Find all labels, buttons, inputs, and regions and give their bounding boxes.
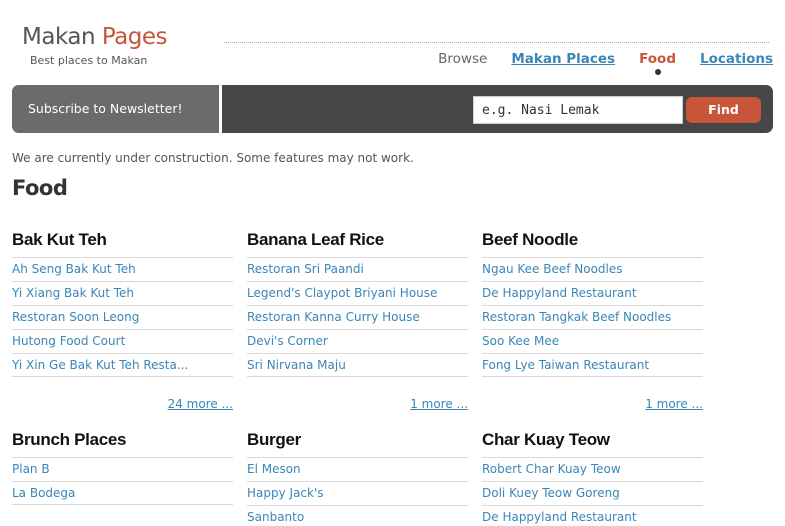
logo-word-makan: Makan <box>22 24 96 50</box>
logo-word-pages: Pages <box>101 24 168 50</box>
category-char-kuay-teow: Char Kuay Teow Robert Char Kuay Teow Dol… <box>482 430 703 526</box>
list-item[interactable]: Sanbanto <box>247 505 468 526</box>
nav-browse: Browse <box>438 51 488 67</box>
site-logo[interactable]: Makan Pages <box>22 24 168 50</box>
category-title: Brunch Places <box>12 430 127 449</box>
list-item[interactable]: Legend's Claypot Briyani House <box>247 281 468 305</box>
category-list: Ngau Kee Beef Noodles De Happyland Resta… <box>482 257 703 377</box>
active-indicator-dot <box>654 69 661 75</box>
subscribe-newsletter-button[interactable]: Subscribe to Newsletter! <box>12 85 219 133</box>
category-banana-leaf-rice: Banana Leaf Rice Restoran Sri Paandi Leg… <box>247 230 468 411</box>
header-divider <box>224 42 769 43</box>
list-item[interactable]: Fong Lye Taiwan Restaurant <box>482 353 703 377</box>
more-link[interactable]: 24 more ... <box>12 397 233 411</box>
list-item[interactable]: Sri Nirvana Maju <box>247 353 468 377</box>
list-item[interactable]: Doli Kuey Teow Goreng <box>482 481 703 505</box>
construction-notice: We are currently under construction. Som… <box>12 151 414 165</box>
list-item[interactable]: Restoran Tangkak Beef Noodles <box>482 305 703 329</box>
category-title: Banana Leaf Rice <box>247 230 384 249</box>
nav-food[interactable]: Food <box>639 51 676 75</box>
category-burger: Burger El Meson Happy Jack's Sanbanto <box>247 430 468 526</box>
category-title: Char Kuay Teow <box>482 430 610 449</box>
list-item[interactable]: De Happyland Restaurant <box>482 281 703 305</box>
more-link[interactable]: 1 more ... <box>482 397 703 411</box>
more-link[interactable]: 1 more ... <box>247 397 468 411</box>
category-bak-kut-teh: Bak Kut Teh Ah Seng Bak Kut Teh Yi Xiang… <box>12 230 233 411</box>
page-title: Food <box>12 176 68 200</box>
list-item[interactable]: Ngau Kee Beef Noodles <box>482 257 703 281</box>
list-item[interactable]: Ah Seng Bak Kut Teh <box>12 257 233 281</box>
category-list: Plan B La Bodega <box>12 457 233 505</box>
nav-food-label: Food <box>639 51 676 67</box>
category-list: El Meson Happy Jack's Sanbanto <box>247 457 468 526</box>
site-tagline: Best places to Makan <box>30 54 148 67</box>
category-list: Robert Char Kuay Teow Doli Kuey Teow Gor… <box>482 457 703 526</box>
list-item[interactable]: Plan B <box>12 457 233 481</box>
nav-makan-places[interactable]: Makan Places <box>511 51 615 67</box>
list-item[interactable]: De Happyland Restaurant <box>482 505 703 526</box>
category-list: Restoran Sri Paandi Legend's Claypot Bri… <box>247 257 468 377</box>
search-bar: Subscribe to Newsletter! Find <box>12 85 773 133</box>
list-item[interactable]: Yi Xin Ge Bak Kut Teh Resta... <box>12 353 233 377</box>
find-button[interactable]: Find <box>686 97 761 123</box>
list-item[interactable]: Hutong Food Court <box>12 329 233 353</box>
list-item[interactable]: Soo Kee Mee <box>482 329 703 353</box>
category-title: Beef Noodle <box>482 230 578 249</box>
list-item[interactable]: Restoran Soon Leong <box>12 305 233 329</box>
list-item[interactable]: Yi Xiang Bak Kut Teh <box>12 281 233 305</box>
list-item[interactable]: Restoran Kanna Curry House <box>247 305 468 329</box>
list-item[interactable]: Happy Jack's <box>247 481 468 505</box>
category-title: Bak Kut Teh <box>12 230 107 249</box>
search-input[interactable] <box>473 96 683 124</box>
category-title: Burger <box>247 430 301 449</box>
list-item[interactable]: Restoran Sri Paandi <box>247 257 468 281</box>
bar-separator <box>219 85 222 133</box>
list-item[interactable]: La Bodega <box>12 481 233 505</box>
category-beef-noodle: Beef Noodle Ngau Kee Beef Noodles De Hap… <box>482 230 703 411</box>
nav-locations[interactable]: Locations <box>700 51 773 67</box>
list-item[interactable]: Robert Char Kuay Teow <box>482 457 703 481</box>
category-brunch-places: Brunch Places Plan B La Bodega <box>12 430 233 505</box>
list-item[interactable]: Devi's Corner <box>247 329 468 353</box>
main-nav: Browse Makan Places Food Locations <box>438 51 773 75</box>
category-list: Ah Seng Bak Kut Teh Yi Xiang Bak Kut Teh… <box>12 257 233 377</box>
list-item[interactable]: El Meson <box>247 457 468 481</box>
